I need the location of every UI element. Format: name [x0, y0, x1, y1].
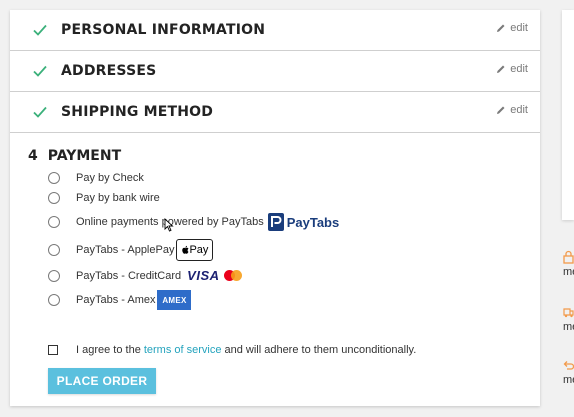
apple-pay-text: Pay — [189, 244, 209, 256]
payment-option-creditcard[interactable]: PayTabs - CreditCard VISA — [48, 268, 242, 283]
terms-agreement: I agree to the terms of service and will… — [48, 344, 416, 356]
amex-logo: AMEX — [157, 290, 192, 310]
edit-link[interactable]: edit — [496, 63, 528, 75]
reassurance-text: me — [563, 374, 574, 386]
paytabs-wordmark: PayTabs — [286, 214, 340, 230]
radio-button[interactable] — [48, 216, 60, 228]
step-addresses[interactable]: ADDRESSES edit — [10, 51, 540, 92]
radio-button[interactable] — [48, 172, 60, 184]
option-label: PayTabs - Amex — [76, 294, 156, 306]
edit-label: edit — [510, 63, 528, 75]
step-title: PERSONAL INFORMATION — [61, 22, 266, 38]
truck-icon — [563, 308, 574, 318]
visa-logo: VISA — [187, 268, 220, 283]
option-label: PayTabs - CreditCard — [76, 269, 182, 282]
reassurance-text: me — [563, 321, 574, 333]
payment-option-paytabs-online[interactable]: Online payments powered by PayTabs PayTa… — [48, 213, 339, 231]
terms-checkbox[interactable] — [48, 345, 58, 355]
lock-icon — [563, 250, 574, 264]
terms-of-service-link[interactable]: terms of service — [144, 344, 222, 356]
payment-option-check[interactable]: Pay by Check — [48, 172, 144, 184]
return-icon — [563, 361, 574, 370]
radio-button[interactable] — [48, 192, 60, 204]
paytabs-logo: PayTabs — [267, 213, 340, 231]
cart-summary-card — [562, 10, 574, 220]
step-personal-information[interactable]: PERSONAL INFORMATION edit — [10, 10, 540, 51]
reassurance-item: me — [563, 250, 574, 278]
paytabs-mark-icon — [267, 213, 284, 231]
apple-icon — [182, 245, 189, 254]
radio-button[interactable] — [48, 294, 60, 306]
pencil-icon — [497, 106, 505, 114]
place-order-button[interactable]: PLACE ORDER — [48, 368, 156, 394]
edit-link[interactable]: edit — [496, 22, 528, 34]
radio-button[interactable] — [48, 269, 60, 282]
checkout-card: PERSONAL INFORMATION edit ADDRESSES edit… — [10, 10, 540, 406]
step-shipping-method[interactable]: SHIPPING METHOD edit — [10, 92, 540, 133]
option-label: PayTabs - ApplePay — [76, 244, 175, 256]
radio-button[interactable] — [48, 244, 60, 256]
payment-title: PAYMENT — [47, 148, 122, 164]
step-number: 4 — [28, 148, 38, 164]
reassurance-item: me — [563, 358, 574, 386]
check-icon — [33, 106, 47, 118]
edit-label: edit — [510, 104, 528, 116]
pencil-icon — [497, 65, 505, 73]
payment-option-amex[interactable]: PayTabs - Amex AMEX — [48, 290, 192, 310]
mouse-pointer-icon — [164, 218, 174, 232]
step-title: SHIPPING METHOD — [61, 104, 214, 120]
edit-link[interactable]: edit — [496, 104, 528, 116]
payment-option-bank-wire[interactable]: Pay by bank wire — [48, 192, 160, 204]
pencil-icon — [497, 24, 505, 32]
apple-pay-badge: Pay — [176, 239, 214, 261]
reassurance-text: me — [563, 266, 574, 278]
check-icon — [33, 24, 47, 36]
option-label: Pay by Check — [76, 172, 144, 184]
option-label: Pay by bank wire — [76, 192, 160, 204]
terms-text-before: I agree to the — [76, 344, 141, 356]
mastercard-icon — [223, 270, 242, 281]
reassurance-item: me — [563, 305, 574, 333]
edit-label: edit — [510, 22, 528, 34]
check-icon — [33, 65, 47, 77]
payment-option-applepay[interactable]: PayTabs - ApplePay Pay — [48, 239, 214, 261]
terms-text-after: and will adhere to them unconditionally. — [224, 344, 417, 356]
step-title: ADDRESSES — [61, 63, 157, 79]
payment-section-title: 4 PAYMENT — [28, 148, 121, 164]
